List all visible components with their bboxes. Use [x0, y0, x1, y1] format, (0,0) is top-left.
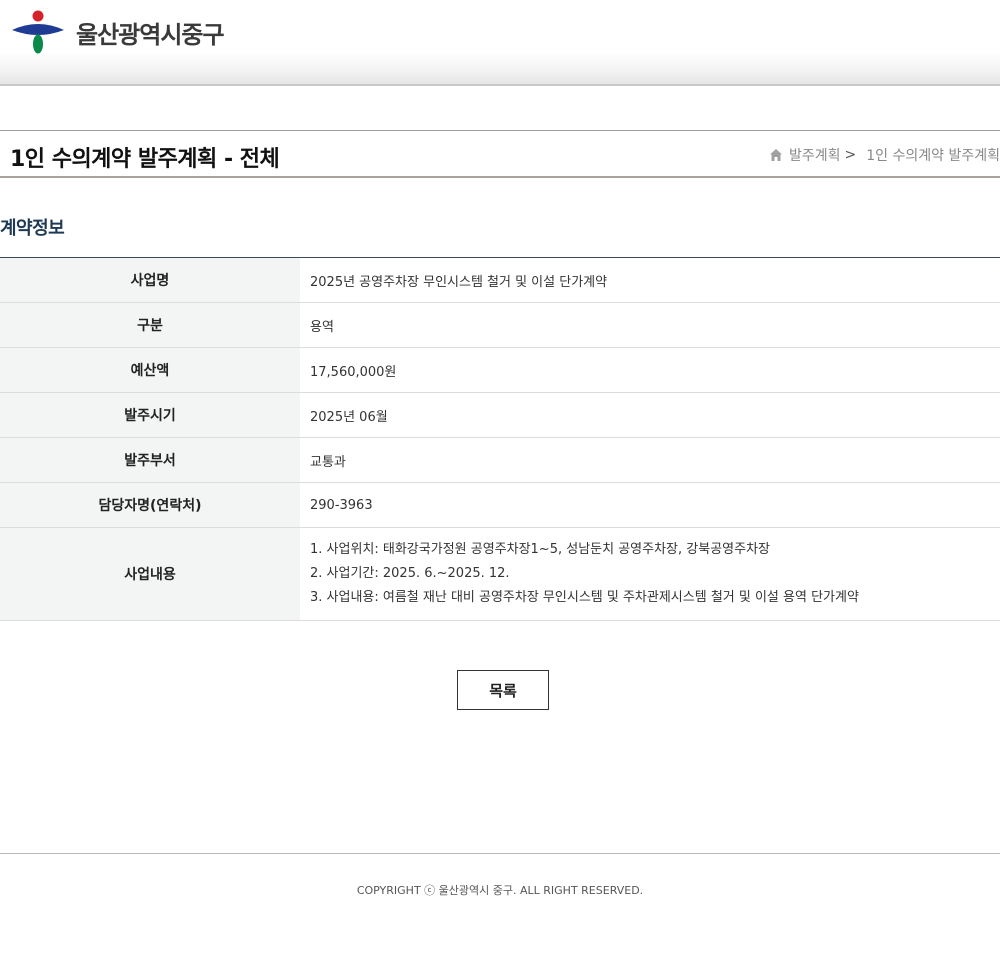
junggu-emblem-icon: [12, 10, 64, 54]
row-value: 2025년 06월: [300, 392, 1000, 438]
table-row: 담당자명(연락처) 290-3963: [0, 482, 1000, 528]
table-row: 예산액 17,560,000원: [0, 347, 1000, 393]
page-title: 1인 수의계약 발주계획 - 전체: [10, 147, 280, 172]
title-bar: 1인 수의계약 발주계획 - 전체 발주계획 > 1인 수의계약 발주계획: [0, 130, 1000, 178]
row-label: 사업내용: [0, 527, 300, 621]
table-row: 발주시기 2025년 06월: [0, 392, 1000, 438]
row-value: 교통과: [300, 437, 1000, 483]
content-line: 3. 사업내용: 여름철 재난 대비 공영주차장 무인시스템 및 주차관제시스템…: [310, 590, 859, 605]
table-row: 발주부서 교통과: [0, 437, 1000, 483]
row-value: 290-3963: [300, 482, 1000, 528]
row-value: 용역: [300, 302, 1000, 348]
list-button[interactable]: 목록: [457, 670, 549, 710]
row-label: 사업명: [0, 257, 300, 303]
logo-text: 울산광역시중구: [76, 20, 225, 49]
row-label: 발주시기: [0, 392, 300, 438]
copyright-text: COPYRIGHT ⓒ 울산광역시 중구. ALL RIGHT RESERVED…: [356, 884, 644, 897]
row-label: 담당자명(연락처): [0, 482, 300, 528]
breadcrumb-item-order-plan[interactable]: 발주계획: [789, 145, 841, 165]
table-row: 구분 용역: [0, 302, 1000, 348]
content-line: 2. 사업기간: 2025. 6.~2025. 12.: [310, 566, 510, 581]
table-row: 사업내용 1. 사업위치: 태화강국가정원 공영주차장1~5, 성남둔치 공영주…: [0, 527, 1000, 621]
row-label: 예산액: [0, 347, 300, 393]
site-header: 울산광역시중구: [0, 0, 1000, 86]
contract-info-table: 사업명 2025년 공영주차장 무인시스템 철거 및 이설 단가계약 구분 용역…: [0, 257, 1000, 621]
table-row: 사업명 2025년 공영주차장 무인시스템 철거 및 이설 단가계약: [0, 257, 1000, 303]
section-title: 계약정보: [0, 218, 65, 239]
site-footer: COPYRIGHT ⓒ 울산광역시 중구. ALL RIGHT RESERVED…: [0, 853, 1000, 954]
row-value: 17,560,000원: [300, 347, 1000, 393]
row-value: 2025년 공영주차장 무인시스템 철거 및 이설 단가계약: [300, 257, 1000, 303]
breadcrumb: 발주계획 > 1인 수의계약 발주계획: [769, 145, 1000, 165]
content-line: 1. 사업위치: 태화강국가정원 공영주차장1~5, 성남둔치 공영주차장, 강…: [310, 542, 770, 557]
row-label: 발주부서: [0, 437, 300, 483]
breadcrumb-item-current[interactable]: 1인 수의계약 발주계획: [866, 145, 1000, 165]
row-label: 구분: [0, 302, 300, 348]
site-logo[interactable]: 울산광역시중구: [10, 10, 225, 54]
breadcrumb-separator: >: [844, 147, 857, 163]
home-icon[interactable]: [769, 148, 783, 162]
row-value-content: 1. 사업위치: 태화강국가정원 공영주차장1~5, 성남둔치 공영주차장, 강…: [300, 527, 1000, 621]
